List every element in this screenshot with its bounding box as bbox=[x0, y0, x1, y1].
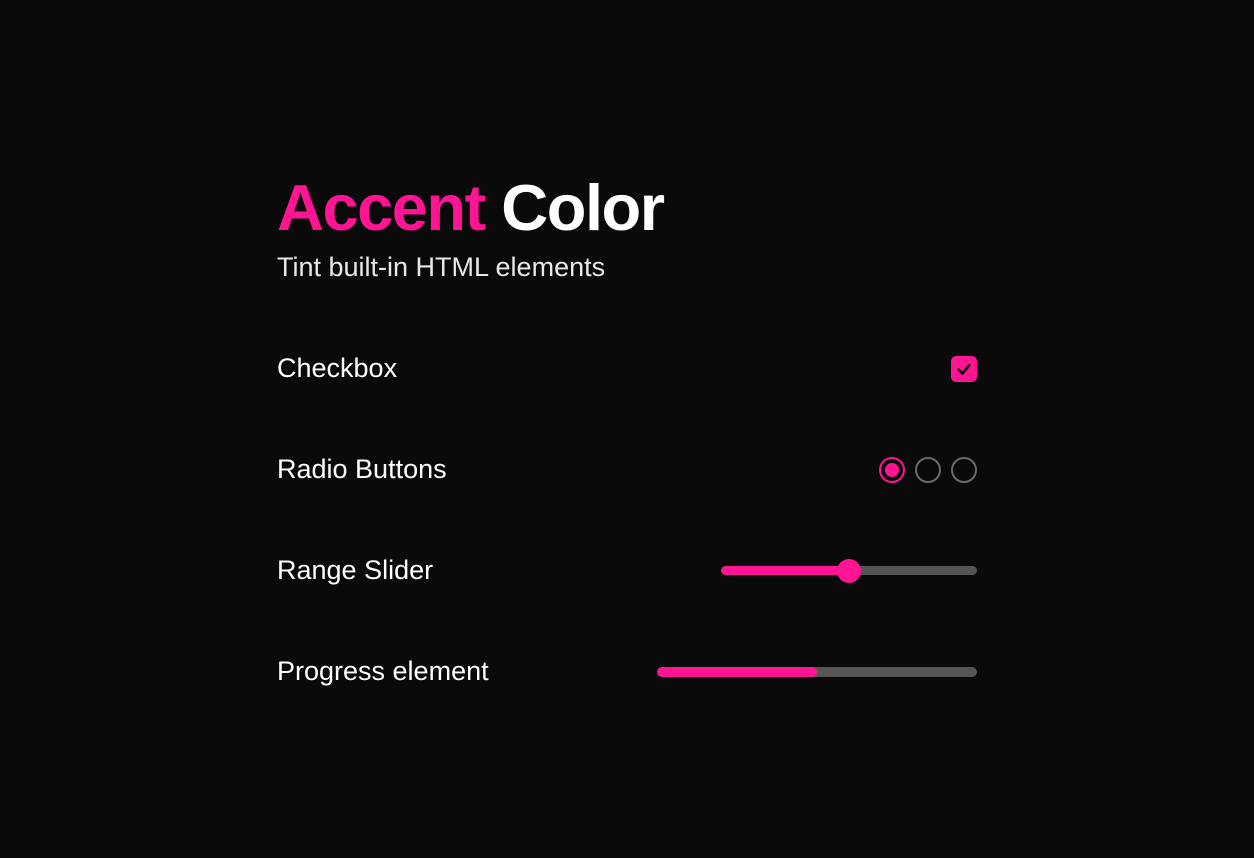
progress-controls bbox=[657, 667, 977, 677]
radio-row: Radio Buttons bbox=[277, 454, 977, 485]
page-subtitle: Tint built-in HTML elements bbox=[277, 252, 977, 283]
radio-option-2[interactable] bbox=[915, 457, 941, 483]
slider-controls bbox=[721, 559, 977, 583]
progress-row: Progress element bbox=[277, 656, 977, 687]
slider-label: Range Slider bbox=[277, 555, 433, 586]
checkbox-row: Checkbox bbox=[277, 353, 977, 384]
check-icon bbox=[955, 360, 973, 378]
checkbox-label: Checkbox bbox=[277, 353, 397, 384]
slider-fill bbox=[721, 566, 849, 575]
radio-label: Radio Buttons bbox=[277, 454, 447, 485]
progress-fill bbox=[657, 667, 817, 677]
radio-controls bbox=[879, 457, 977, 483]
range-slider[interactable] bbox=[721, 559, 977, 583]
checkbox-controls bbox=[951, 356, 977, 382]
progress-bar bbox=[657, 667, 977, 677]
title-accent-word: Accent bbox=[277, 171, 485, 244]
radio-option-1[interactable] bbox=[879, 457, 905, 483]
progress-label: Progress element bbox=[277, 656, 489, 687]
main-container: Accent Color Tint built-in HTML elements… bbox=[277, 175, 977, 757]
checkbox-input[interactable] bbox=[951, 356, 977, 382]
slider-thumb[interactable] bbox=[837, 559, 861, 583]
title-rest: Color bbox=[485, 171, 664, 244]
page-title: Accent Color bbox=[277, 175, 977, 240]
radio-option-3[interactable] bbox=[951, 457, 977, 483]
slider-row: Range Slider bbox=[277, 555, 977, 586]
